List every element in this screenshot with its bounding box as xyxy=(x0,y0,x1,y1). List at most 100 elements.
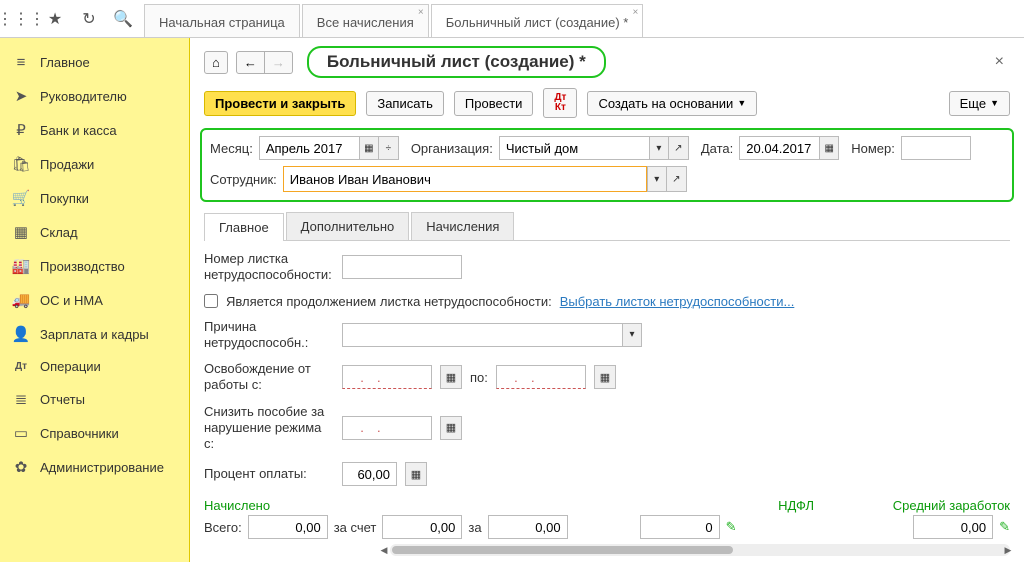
sidebar-item-purchases[interactable]: 🛒Покупки xyxy=(0,181,189,215)
scroll-left-icon[interactable]: ◀ xyxy=(378,544,390,556)
more-button[interactable]: Еще ▼ xyxy=(949,91,1010,116)
sidebar-item-label: Зарплата и кадры xyxy=(40,327,149,342)
save-button[interactable]: Записать xyxy=(366,91,444,116)
header-fields-highlight: Месяц: ▦ ÷ Организация: ▾ ↗ Дата: ▦ Ном xyxy=(200,128,1014,202)
employee-input[interactable] xyxy=(284,167,646,191)
avg-input[interactable] xyxy=(913,515,993,539)
sidebar-item-label: Администрирование xyxy=(40,460,164,475)
sheet-no-input[interactable] xyxy=(342,255,462,279)
tab-additional[interactable]: Дополнительно xyxy=(286,212,410,240)
tab-sick-leave[interactable]: Больничный лист (создание) * × xyxy=(431,4,644,37)
org-field[interactable]: ▾ ↗ xyxy=(499,136,689,160)
reason-label: Причина нетрудоспособн.: xyxy=(204,319,334,352)
sidebar-item-catalogs[interactable]: ▭Справочники xyxy=(0,416,189,450)
dtkt-icon: Дт xyxy=(12,361,30,372)
org-input[interactable] xyxy=(499,136,649,160)
post-button[interactable]: Провести xyxy=(454,91,534,116)
calendar-icon[interactable]: ▦ xyxy=(440,365,462,389)
sidebar-item-reports[interactable]: ≣Отчеты xyxy=(0,382,189,416)
number-label: Номер: xyxy=(851,141,895,156)
is-continuation-checkbox[interactable] xyxy=(204,294,218,308)
close-icon[interactable]: × xyxy=(418,7,424,18)
avg-header: Средний заработок xyxy=(814,498,1010,513)
is-continuation-label: Является продолжением листка нетрудоспос… xyxy=(226,294,552,309)
back-button[interactable]: ← xyxy=(236,51,265,74)
calendar-icon[interactable]: ▦ xyxy=(359,136,379,160)
sidebar-item-admin[interactable]: ✿ Администрирование xyxy=(0,450,189,484)
org-label: Организация: xyxy=(411,141,493,156)
number-input[interactable] xyxy=(901,136,971,160)
open-icon[interactable]: ↗ xyxy=(667,166,687,192)
open-icon[interactable]: ↗ xyxy=(669,136,689,160)
date-input[interactable] xyxy=(739,136,819,160)
sidebar-item-manager[interactable]: ➤ Руководителю xyxy=(0,79,189,113)
tab-all-accruals[interactable]: Все начисления × xyxy=(302,4,429,37)
apps-icon[interactable]: ⋮⋮⋮ xyxy=(12,10,30,28)
select-sheet-link[interactable]: Выбрать листок нетрудоспособности... xyxy=(560,294,795,309)
tab-label: Начальная страница xyxy=(159,15,285,30)
chevron-down-icon: ▼ xyxy=(990,98,999,108)
chart-icon: ➤ xyxy=(12,87,30,105)
reason-input[interactable] xyxy=(342,323,622,347)
tab-main[interactable]: Главное xyxy=(204,213,284,241)
sidebar-item-production[interactable]: 🏭Производство xyxy=(0,249,189,283)
percent-input[interactable] xyxy=(342,462,397,486)
employee-field[interactable]: ▾ ↗ xyxy=(283,166,687,192)
truck-icon: 🚚 xyxy=(12,291,30,309)
close-document-button[interactable]: × xyxy=(989,53,1010,71)
sidebar-item-main[interactable]: ≡Главное xyxy=(0,46,189,79)
tab-home[interactable]: Начальная страница xyxy=(144,4,300,37)
reduce-date-input[interactable] xyxy=(342,416,432,440)
close-icon[interactable]: × xyxy=(633,7,639,18)
sidebar: ≡Главное ➤ Руководителю ₽Банк и касса 🛍Пр… xyxy=(0,38,190,562)
sidebar-item-assets[interactable]: 🚚ОС и НМА xyxy=(0,283,189,317)
post-and-close-button[interactable]: Провести и закрыть xyxy=(204,91,356,116)
sidebar-item-payroll[interactable]: 👤Зарплата и кадры xyxy=(0,317,189,351)
horizontal-scrollbar[interactable]: ◀ ▶ xyxy=(390,544,1010,556)
sidebar-item-sales[interactable]: 🛍Продажи xyxy=(0,147,189,181)
calendar-icon[interactable]: ▦ xyxy=(819,136,839,160)
release-to-input[interactable] xyxy=(496,365,586,389)
edit-icon[interactable]: ✎ xyxy=(726,519,737,535)
calc-icon[interactable]: ▦ xyxy=(405,462,427,486)
sidebar-item-operations[interactable]: Дт Операции xyxy=(0,351,189,382)
search-icon[interactable]: 🔍 xyxy=(114,10,132,28)
fss-input[interactable] xyxy=(488,515,568,539)
chevron-down-icon[interactable]: ▾ xyxy=(622,323,642,347)
document-title-highlight: Больничный лист (создание) * xyxy=(307,46,606,78)
gear-icon: ✿ xyxy=(12,458,30,476)
sidebar-item-label: Операции xyxy=(40,359,101,374)
forward-button[interactable]: → xyxy=(265,51,293,74)
tab-label: Больничный лист (создание) * xyxy=(446,15,629,30)
month-input[interactable] xyxy=(259,136,359,160)
history-icon[interactable]: ↻ xyxy=(80,10,98,28)
sidebar-item-label: Руководителю xyxy=(40,89,127,104)
release-from-input[interactable] xyxy=(342,365,432,389)
reason-field[interactable]: ▾ xyxy=(342,323,642,347)
scroll-right-icon[interactable]: ▶ xyxy=(1002,544,1014,556)
chevron-down-icon[interactable]: ▾ xyxy=(649,136,669,160)
ndfl-input[interactable] xyxy=(640,515,720,539)
chevron-down-icon[interactable]: ▾ xyxy=(647,166,667,192)
month-field[interactable]: ▦ ÷ xyxy=(259,136,399,160)
star-icon[interactable]: ★ xyxy=(46,10,64,28)
cart-icon: 🛒 xyxy=(12,189,30,207)
sidebar-item-bank[interactable]: ₽Банк и касса xyxy=(0,113,189,147)
accrued-header: Начислено xyxy=(204,498,584,513)
employer-label: за счет xyxy=(334,520,377,535)
create-based-button[interactable]: Создать на основании ▼ xyxy=(587,91,757,116)
total-input[interactable] xyxy=(248,515,328,539)
sidebar-item-label: Склад xyxy=(40,225,78,240)
tab-accruals[interactable]: Начисления xyxy=(411,212,514,240)
scrollbar-thumb[interactable] xyxy=(392,546,733,554)
ndfl-header: НДФЛ xyxy=(584,498,814,513)
dtkt-button[interactable]: ДтКт xyxy=(543,88,577,118)
calendar-icon[interactable]: ▦ xyxy=(594,365,616,389)
spinner-icon[interactable]: ÷ xyxy=(379,136,399,160)
employer-input[interactable] xyxy=(382,515,462,539)
calendar-icon[interactable]: ▦ xyxy=(440,416,462,440)
home-button[interactable]: ⌂ xyxy=(204,51,228,74)
date-field[interactable]: ▦ xyxy=(739,136,839,160)
edit-icon[interactable]: ✎ xyxy=(999,519,1010,535)
sidebar-item-warehouse[interactable]: ▦Склад xyxy=(0,215,189,249)
